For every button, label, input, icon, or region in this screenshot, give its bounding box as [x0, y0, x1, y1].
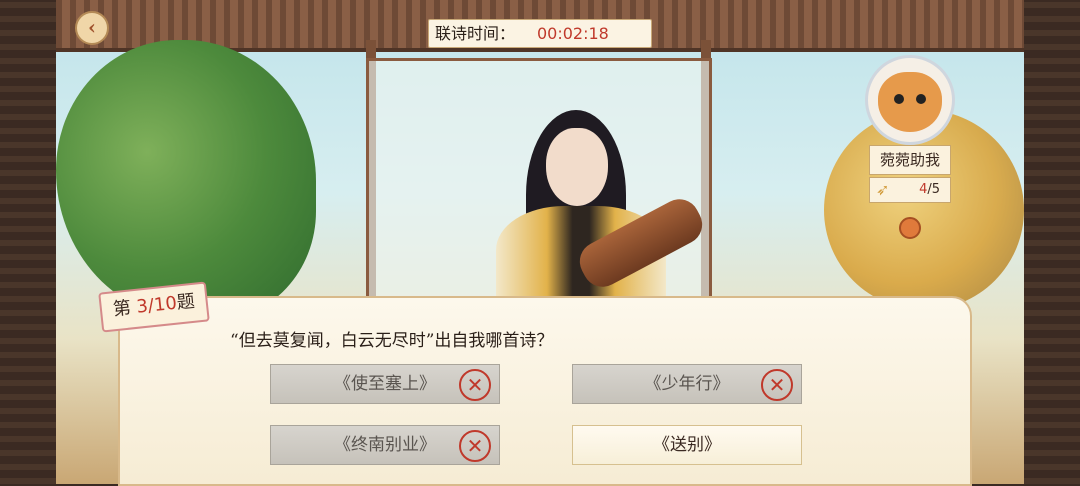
tag-total: /10 — [146, 292, 178, 317]
option-2[interactable]: 《少年行》 ✕ — [572, 364, 802, 404]
helper-count: ➶ 4/5 — [869, 177, 951, 203]
wrong-mark-icon: ✕ — [761, 369, 793, 401]
count-total: /5 — [927, 182, 940, 197]
tag-suffix: 题 — [175, 290, 196, 314]
timer-label: 联诗时间： — [435, 24, 516, 43]
bell-icon — [899, 217, 921, 239]
poet-character — [456, 110, 710, 316]
question-dialog — [118, 296, 972, 486]
character-face — [546, 128, 608, 206]
option-1[interactable]: 《使至塞上》 ✕ — [270, 364, 500, 404]
left-frame — [0, 0, 56, 484]
helper-panel[interactable]: 菀菀助我 ➶ 4/5 — [865, 55, 955, 239]
option-3[interactable]: 《终南别业》 ✕ — [270, 425, 500, 465]
helper-label[interactable]: 菀菀助我 — [869, 145, 951, 175]
wrong-mark-icon: ✕ — [459, 369, 491, 401]
option-label: 《终南别业》 — [334, 435, 436, 455]
question-text: “但去莫复闻，白云无尽时”出自我哪首诗？ — [230, 331, 554, 351]
option-label: 《送别》 — [653, 435, 721, 455]
wrong-mark-icon: ✕ — [459, 430, 491, 462]
cat-face-icon — [878, 72, 942, 132]
option-label: 《少年行》 — [644, 374, 730, 394]
timer-bar: 联诗时间： 00:02:18 — [428, 19, 652, 48]
chevron-left-icon: ‹ — [88, 15, 96, 39]
cat-avatar[interactable] — [865, 55, 955, 145]
tag-prefix: 第 — [111, 297, 132, 321]
feather-icon: ➶ — [876, 180, 890, 199]
option-label: 《使至塞上》 — [334, 374, 436, 394]
helper-count-text: 4/5 — [919, 178, 940, 202]
option-4[interactable]: 《送别》 — [572, 425, 802, 465]
timer-value: 00:02:18 — [537, 24, 609, 43]
back-button[interactable]: ‹ — [75, 11, 109, 45]
right-frame — [1024, 0, 1080, 484]
green-tree — [56, 40, 316, 320]
